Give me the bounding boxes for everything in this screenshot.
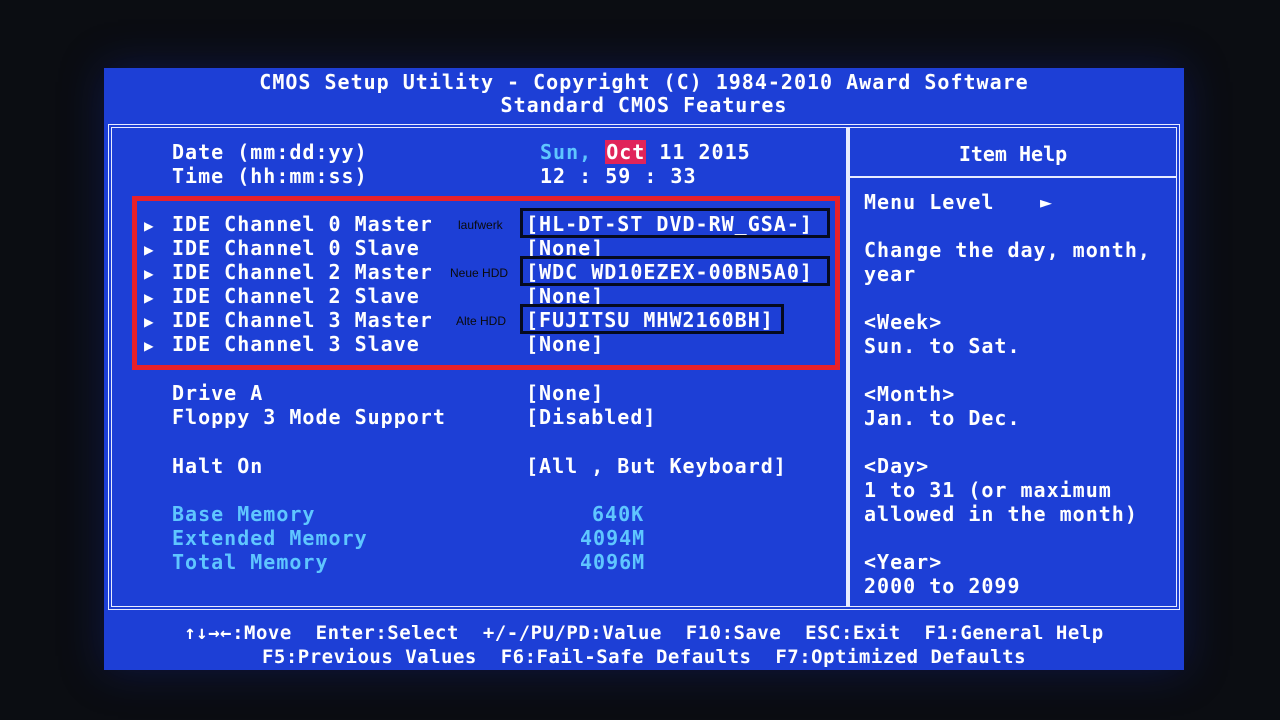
- help-day-heading: <Day>: [864, 454, 930, 478]
- floppy-label: Floppy 3 Mode Support: [172, 405, 446, 429]
- help-divider: [850, 176, 1176, 178]
- base-memory-value: 640K: [592, 502, 645, 526]
- help-desc-line2: year: [864, 262, 917, 286]
- date-label: Date (mm:dd:yy): [172, 140, 368, 164]
- help-year-heading: <Year>: [864, 550, 943, 574]
- key-help-line1: ↑↓→←:Move Enter:Select +/-/PU/PD:Value F…: [184, 622, 1104, 644]
- help-month-range: Jan. to Dec.: [864, 406, 1021, 430]
- halt-on-value[interactable]: [All , But Keyboard]: [526, 454, 787, 478]
- drive-a-value[interactable]: [None]: [526, 381, 604, 405]
- time-label: Time (hh:mm:ss): [172, 164, 368, 188]
- help-year-range: 2000 to 2099: [864, 574, 1021, 598]
- drive-a-label: Drive A: [172, 381, 264, 405]
- bios-title: CMOS Setup Utility - Copyright (C) 1984-…: [259, 70, 1029, 94]
- date-weekday: Sun,: [540, 140, 593, 164]
- key-help-line2: F5:Previous Values F6:Fail-Safe Defaults…: [261, 646, 1027, 668]
- date-month[interactable]: Oct: [605, 140, 647, 164]
- help-day-range-line1: 1 to 31 (or maximum: [864, 478, 1112, 502]
- help-day-range-line2: allowed in the month): [864, 502, 1138, 526]
- time-field[interactable]: 12 : 59 : 33: [540, 164, 697, 188]
- help-week-heading: <Week>: [864, 310, 943, 334]
- extended-memory-label: Extended Memory: [172, 526, 368, 550]
- date-field[interactable]: Sun, Oct 11 2015: [540, 140, 751, 164]
- help-desc-line1: Change the day, month,: [864, 238, 1151, 262]
- item-help-title: Item Help: [958, 142, 1068, 166]
- extended-memory-value: 4094M: [580, 526, 646, 550]
- total-memory-label: Total Memory: [172, 550, 329, 574]
- help-week-range: Sun. to Sat.: [864, 334, 1021, 358]
- menu-level-arrow-icon: ►: [1040, 190, 1054, 214]
- help-menu-level: Menu Level: [864, 190, 995, 214]
- bios-screen: CMOS Setup Utility - Copyright (C) 1984-…: [104, 68, 1184, 670]
- date-day-year[interactable]: 11 2015: [659, 140, 750, 164]
- main-frame: Date (mm:dd:yy) Sun, Oct 11 2015 Time (h…: [108, 124, 1180, 610]
- panel-divider: [846, 128, 850, 606]
- help-month-heading: <Month>: [864, 382, 956, 406]
- halt-on-label: Halt On: [172, 454, 264, 478]
- annotation-red-box: [132, 196, 840, 370]
- floppy-value[interactable]: [Disabled]: [526, 405, 656, 429]
- page-title: Standard CMOS Features: [500, 93, 788, 117]
- total-memory-value: 4096M: [580, 550, 646, 574]
- base-memory-label: Base Memory: [172, 502, 316, 526]
